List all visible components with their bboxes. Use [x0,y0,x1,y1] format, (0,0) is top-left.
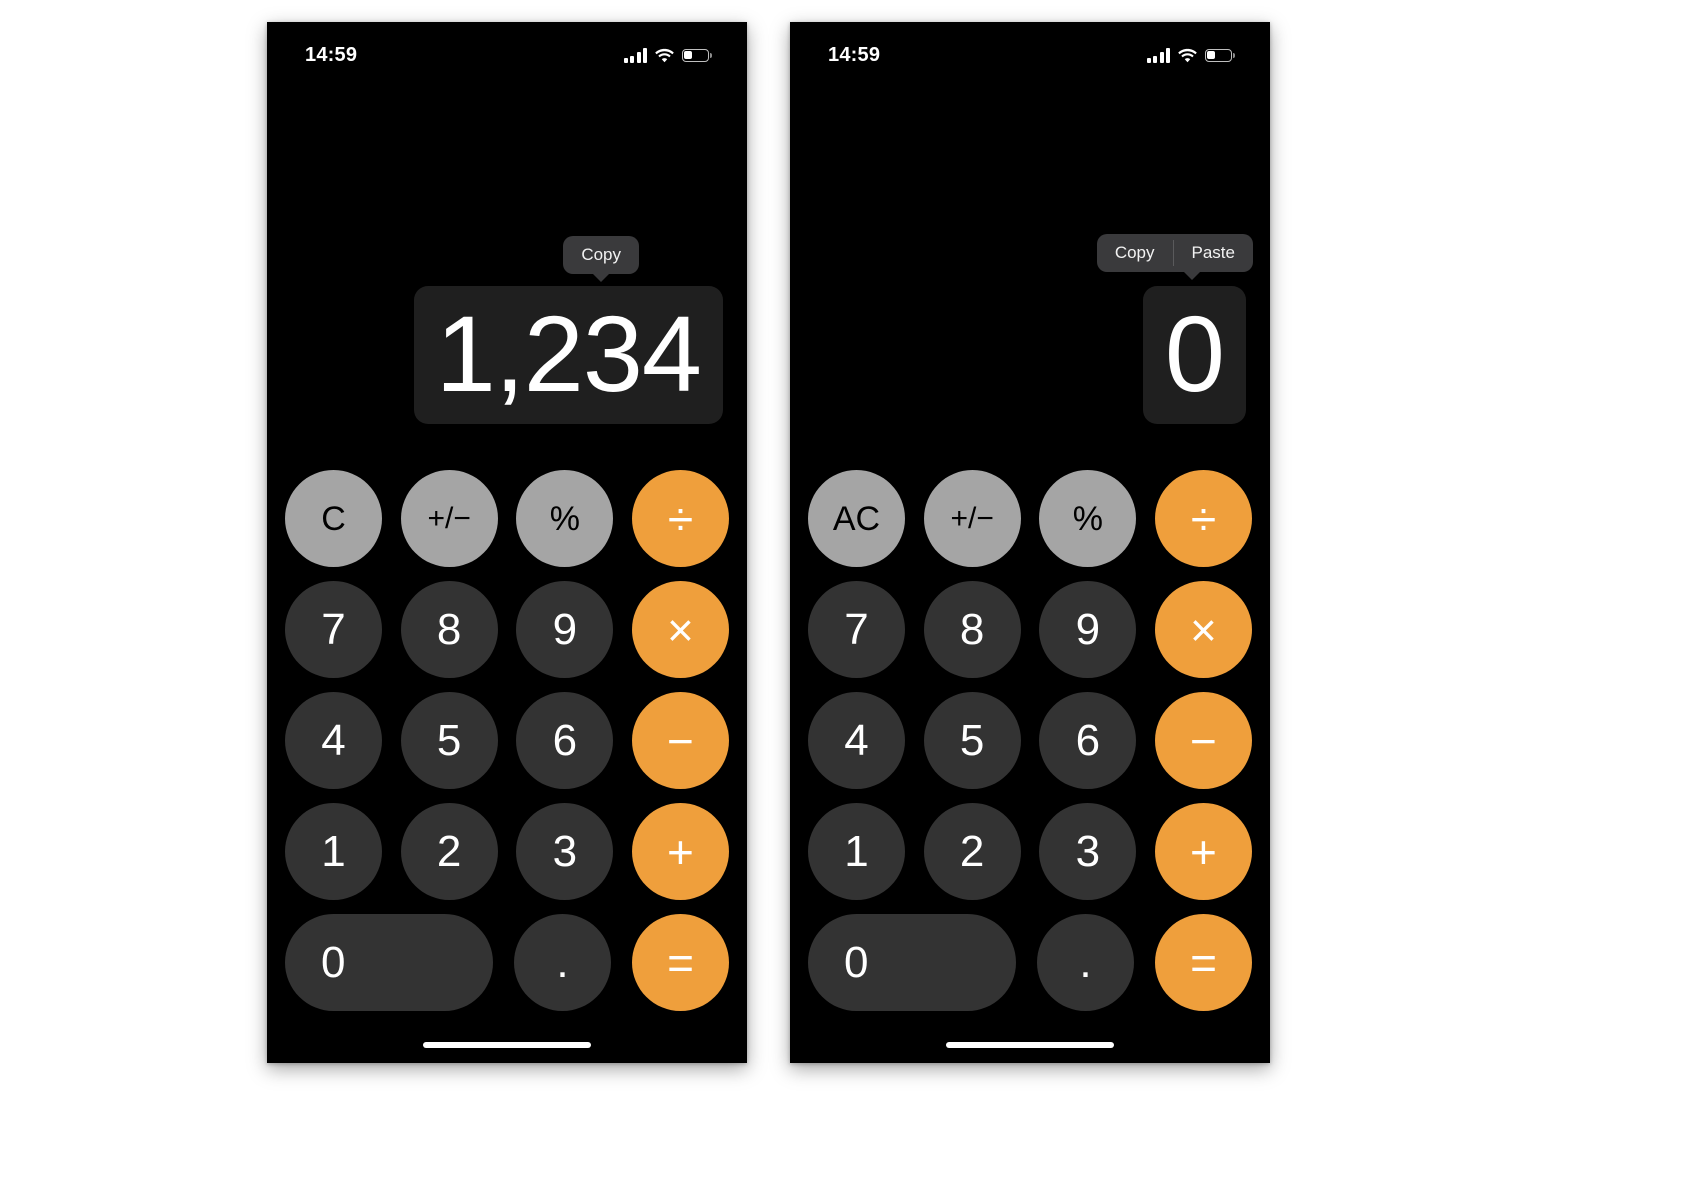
keypad-row-5: 0 . = [808,914,1252,1011]
key-6[interactable]: 6 [1039,692,1137,789]
key-4[interactable]: 4 [808,692,905,789]
status-time: 14:59 [828,43,881,66]
key-multiply[interactable]: × [631,581,729,678]
home-indicator[interactable] [423,1042,591,1048]
key-clear[interactable]: C [285,470,382,567]
calculator-display-area: Copy Paste 0 [790,84,1270,424]
keypad-row-3: 4 5 6 − [285,692,729,789]
calculator-display-area: Copy 1,234 [267,84,747,424]
display-value[interactable]: 1,234 [413,285,723,424]
wifi-icon [1178,48,1197,63]
screenshot-canvas: 14:59 Copy 1,234 C +/− % ÷ 7 8 9 × 4 5 6… [0,0,1702,1200]
key-decimal[interactable]: . [1037,914,1134,1011]
key-9[interactable]: 9 [516,581,614,678]
key-7[interactable]: 7 [808,581,905,678]
key-minus[interactable]: − [1154,692,1252,789]
status-bar: 14:59 [267,22,747,84]
edit-menu-left[interactable]: Copy [563,236,639,282]
keypad-row-2: 7 8 9 × [285,581,729,678]
keypad-row-1: AC +/− % ÷ [808,470,1252,567]
key-divide[interactable]: ÷ [631,470,729,567]
key-5[interactable]: 5 [923,692,1021,789]
key-equals[interactable]: = [1155,914,1252,1011]
key-8[interactable]: 8 [923,581,1021,678]
key-5[interactable]: 5 [400,692,498,789]
status-bar: 14:59 [790,22,1270,84]
key-percent[interactable]: % [516,470,614,567]
keypad-row-3: 4 5 6 − [808,692,1252,789]
key-3[interactable]: 3 [516,803,614,900]
battery-icon [1205,48,1235,62]
menu-pointer-icon [1183,271,1201,280]
keypad: AC +/− % ÷ 7 8 9 × 4 5 6 − 1 2 3 + 0 . = [790,470,1270,1011]
key-1[interactable]: 1 [285,803,382,900]
phone-screenshot-right: 14:59 Copy Paste 0 AC +/− % ÷ 7 8 9 × 4 … [790,22,1270,1063]
wifi-icon [655,48,674,63]
key-1[interactable]: 1 [808,803,905,900]
status-indicators [1146,47,1235,63]
battery-icon [682,48,712,62]
status-indicators [623,47,712,63]
key-2[interactable]: 2 [400,803,498,900]
menu-item-copy[interactable]: Copy [1097,234,1173,272]
home-indicator[interactable] [946,1042,1114,1048]
display-value[interactable]: 0 [1142,285,1246,424]
menu-item-paste[interactable]: Paste [1174,234,1253,272]
key-plus[interactable]: + [1154,803,1252,900]
status-time: 14:59 [305,43,358,66]
key-equals[interactable]: = [632,914,729,1011]
key-decimal[interactable]: . [514,914,611,1011]
keypad-row-5: 0 . = [285,914,729,1011]
key-minus[interactable]: − [631,692,729,789]
keypad: C +/− % ÷ 7 8 9 × 4 5 6 − 1 2 3 + 0 . = [267,470,747,1011]
key-9[interactable]: 9 [1039,581,1137,678]
key-percent[interactable]: % [1039,470,1137,567]
phone-screenshot-left: 14:59 Copy 1,234 C +/− % ÷ 7 8 9 × 4 5 6… [267,22,747,1063]
key-2[interactable]: 2 [923,803,1021,900]
keypad-row-4: 1 2 3 + [808,803,1252,900]
key-plus-minus[interactable]: +/− [923,470,1021,567]
key-0[interactable]: 0 [808,914,1016,1011]
key-3[interactable]: 3 [1039,803,1137,900]
key-plus[interactable]: + [631,803,729,900]
key-divide[interactable]: ÷ [1154,470,1252,567]
cellular-signal-icon [623,47,647,63]
key-0[interactable]: 0 [285,914,493,1011]
menu-pointer-icon [592,273,611,282]
menu-item-copy[interactable]: Copy [563,236,639,274]
key-6[interactable]: 6 [516,692,614,789]
key-plus-minus[interactable]: +/− [400,470,498,567]
edit-menu-right[interactable]: Copy Paste [1096,234,1253,280]
key-all-clear[interactable]: AC [808,470,905,567]
keypad-row-2: 7 8 9 × [808,581,1252,678]
key-multiply[interactable]: × [1154,581,1252,678]
key-7[interactable]: 7 [285,581,382,678]
keypad-row-4: 1 2 3 + [285,803,729,900]
key-8[interactable]: 8 [400,581,498,678]
key-4[interactable]: 4 [285,692,382,789]
keypad-row-1: C +/− % ÷ [285,470,729,567]
cellular-signal-icon [1146,47,1170,63]
